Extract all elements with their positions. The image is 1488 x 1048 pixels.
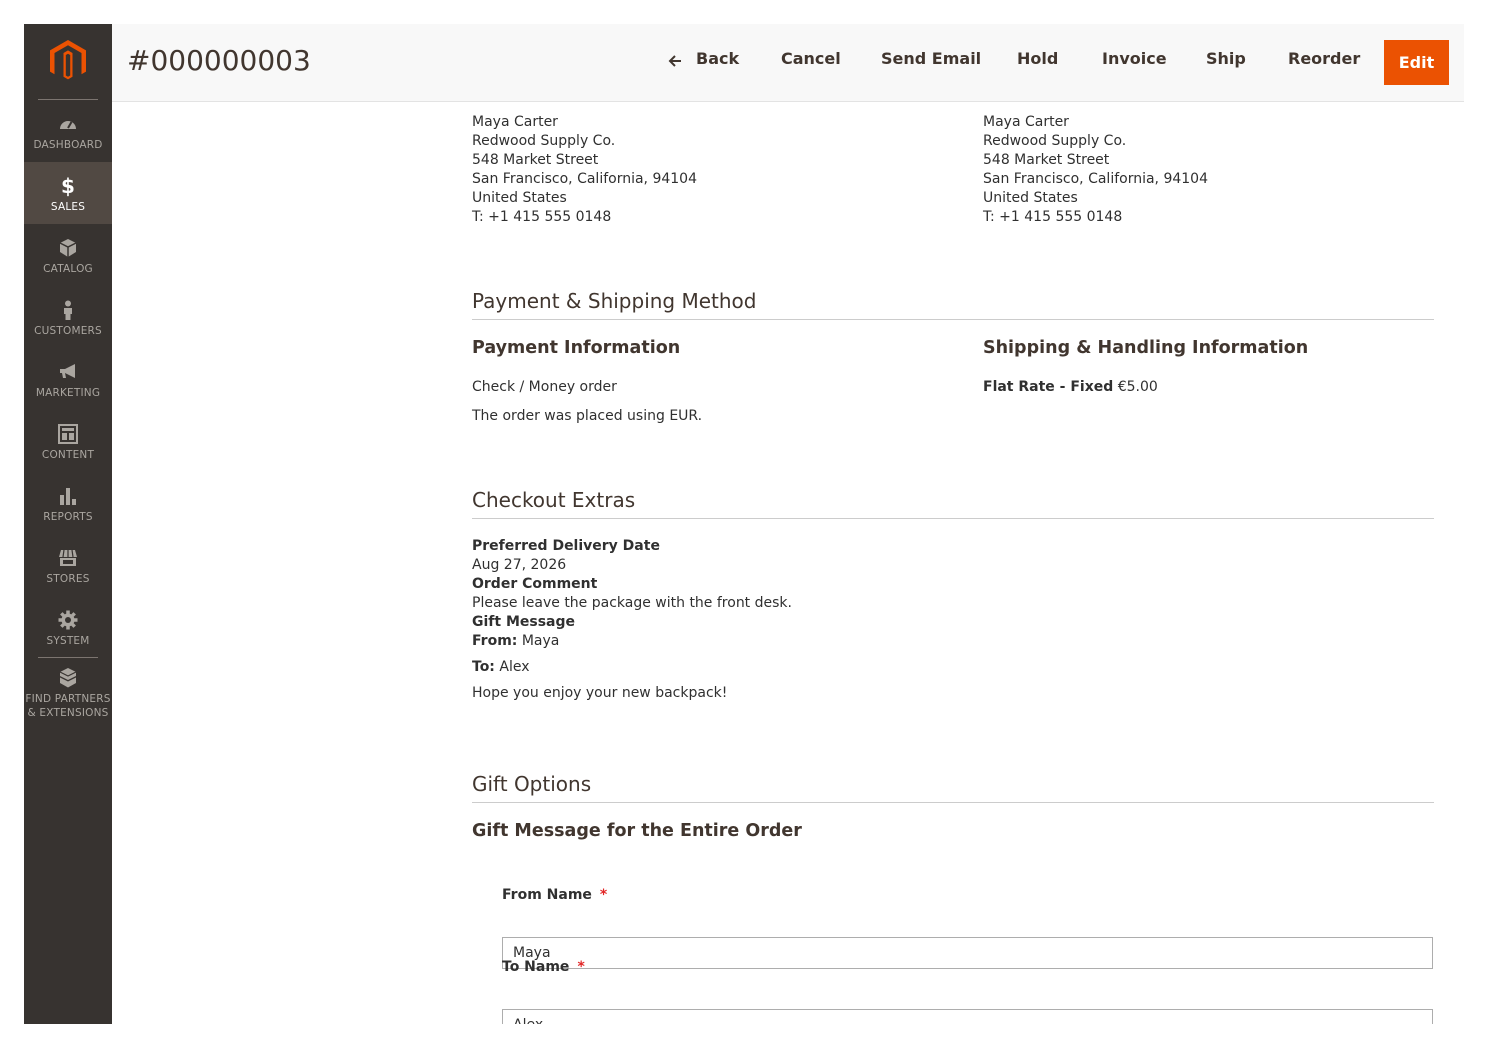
sidebar-item-content[interactable]: CONTENT — [24, 410, 112, 472]
layout-icon — [58, 424, 78, 444]
sidebar-item-label: CONTENT — [41, 449, 95, 461]
address-line: 548 Market Street — [983, 152, 1110, 168]
payment-shipping-section-title: Payment & Shipping Method — [472, 289, 1434, 320]
gift-message-text: Hope you enjoy your new backpack! — [472, 685, 728, 701]
page-title: #000000003 — [127, 44, 311, 77]
address-line: Redwood Supply Co. — [983, 133, 1127, 149]
sidebar-item-label: CATALOG — [43, 263, 93, 275]
gift-to-line: To: Alex — [472, 658, 530, 677]
admin-frame: DASHBOARD $ SALES CATALOG CUSTOMERS MARK… — [24, 24, 1464, 1024]
address-line: Maya Carter — [983, 114, 1069, 130]
sidebar-item-dashboard[interactable]: DASHBOARD — [24, 100, 112, 162]
delivery-date-value: Aug 27, 2026 — [472, 557, 567, 573]
sidebar-item-stores[interactable]: STORES — [24, 534, 112, 596]
payment-info-title: Payment Information — [472, 338, 681, 358]
sidebar-item-sales[interactable]: $ SALES — [24, 162, 112, 224]
sidebar-item-label: SYSTEM — [46, 635, 90, 647]
gift-message-order-title: Gift Message for the Entire Order — [472, 821, 802, 841]
sidebar-item-label: SALES — [50, 201, 86, 213]
address-line: San Francisco, California, 94104 — [983, 171, 1208, 187]
gift-options-section-title: Gift Options — [472, 772, 1434, 803]
gift-from-line: From: Maya — [472, 632, 559, 651]
send-email-button[interactable]: Send Email — [881, 49, 981, 68]
shipping-method-line: Flat Rate - Fixed €5.00 — [983, 378, 1158, 397]
address-line: T: +1 415 555 0148 — [472, 209, 612, 225]
shipping-info-title: Shipping & Handling Information — [983, 338, 1309, 358]
sidebar-partners-label: FIND PARTNERS & EXTENSIONS — [24, 692, 112, 720]
sidebar-item-label: DASHBOARD — [33, 139, 103, 151]
dashboard-icon — [60, 121, 76, 129]
address-line: United States — [472, 190, 567, 206]
currency-note: The order was placed using EUR. — [472, 408, 703, 424]
partners-line2: & EXTENSIONS — [27, 707, 109, 719]
gift-to-label: To: — [472, 659, 495, 675]
page-header: #000000003 Back Cancel Send Email Hold I… — [112, 24, 1464, 102]
sidebar-item-system[interactable]: SYSTEM — [24, 596, 112, 658]
gift-from-value: Maya — [521, 633, 560, 649]
sidebar-item-customers[interactable]: CUSTOMERS — [24, 286, 112, 348]
edit-button[interactable]: Edit — [1384, 40, 1449, 85]
delivery-date-label: Preferred Delivery Date — [472, 538, 660, 554]
hold-button[interactable]: Hold — [1017, 49, 1058, 68]
address-line: Redwood Supply Co. — [472, 133, 616, 149]
order-comment-label: Order Comment — [472, 576, 598, 592]
address-line: San Francisco, California, 94104 — [472, 171, 697, 187]
magento-logo-icon[interactable] — [50, 40, 86, 82]
required-mark: * — [599, 887, 608, 903]
sidebar-item-label: CUSTOMERS — [34, 325, 102, 337]
gift-to-value: Alex — [499, 659, 530, 675]
sidebar-item-label: STORES — [46, 573, 90, 585]
shipping-address: Maya Carter Redwood Supply Co. 548 Marke… — [983, 113, 1208, 227]
storefront-icon — [59, 549, 77, 566]
sidebar-item-catalog[interactable]: CATALOG — [24, 224, 112, 286]
box-icon — [59, 239, 77, 257]
gift-message-label: Gift Message — [472, 614, 576, 630]
required-mark: * — [577, 959, 585, 975]
shipping-method: Flat Rate - Fixed — [983, 379, 1114, 395]
person-icon — [64, 300, 72, 320]
address-line: United States — [983, 190, 1078, 206]
bar-chart-icon — [60, 488, 76, 505]
ship-button[interactable]: Ship — [1206, 49, 1246, 68]
arrow-left-icon[interactable] — [667, 53, 683, 69]
to-name-input[interactable]: Alex — [502, 1009, 1433, 1024]
from-name-label: From Name * — [502, 887, 607, 903]
order-comment-value: Please leave the package with the front … — [472, 595, 792, 611]
from-name-input[interactable]: Maya — [502, 937, 1433, 969]
dollar-icon: $ — [61, 174, 75, 198]
admin-sidebar: DASHBOARD $ SALES CATALOG CUSTOMERS MARK… — [24, 24, 112, 1024]
sidebar-item-reports[interactable]: REPORTS — [24, 472, 112, 534]
back-button[interactable]: Back — [696, 49, 739, 68]
from-name-label-text: From Name — [502, 887, 592, 903]
gift-from-label: From: — [472, 633, 518, 649]
address-line: T: +1 415 555 0148 — [983, 209, 1123, 225]
megaphone-icon — [60, 364, 75, 378]
address-line: 548 Market Street — [472, 152, 599, 168]
sidebar-item-label: REPORTS — [43, 511, 93, 523]
reorder-button[interactable]: Reorder — [1288, 49, 1360, 68]
checkout-extras-section-title: Checkout Extras — [472, 488, 1434, 519]
payment-method: Check / Money order — [472, 379, 617, 395]
sidebar-item-partners[interactable]: FIND PARTNERS & EXTENSIONS — [24, 658, 112, 730]
cancel-button[interactable]: Cancel — [781, 49, 841, 68]
cubes-icon — [59, 668, 77, 688]
to-name-label-text: To Name — [502, 959, 570, 975]
sidebar-item-marketing[interactable]: MARKETING — [24, 348, 112, 410]
address-line: Maya Carter — [472, 114, 558, 130]
partners-line1: FIND PARTNERS — [25, 693, 111, 705]
shipping-price: €5.00 — [1117, 379, 1158, 395]
billing-address: Maya Carter Redwood Supply Co. 548 Marke… — [472, 113, 697, 227]
gear-icon — [58, 610, 78, 630]
to-name-label: To Name * — [502, 959, 585, 975]
sidebar-item-label: MARKETING — [35, 387, 101, 399]
invoice-button[interactable]: Invoice — [1102, 49, 1167, 68]
